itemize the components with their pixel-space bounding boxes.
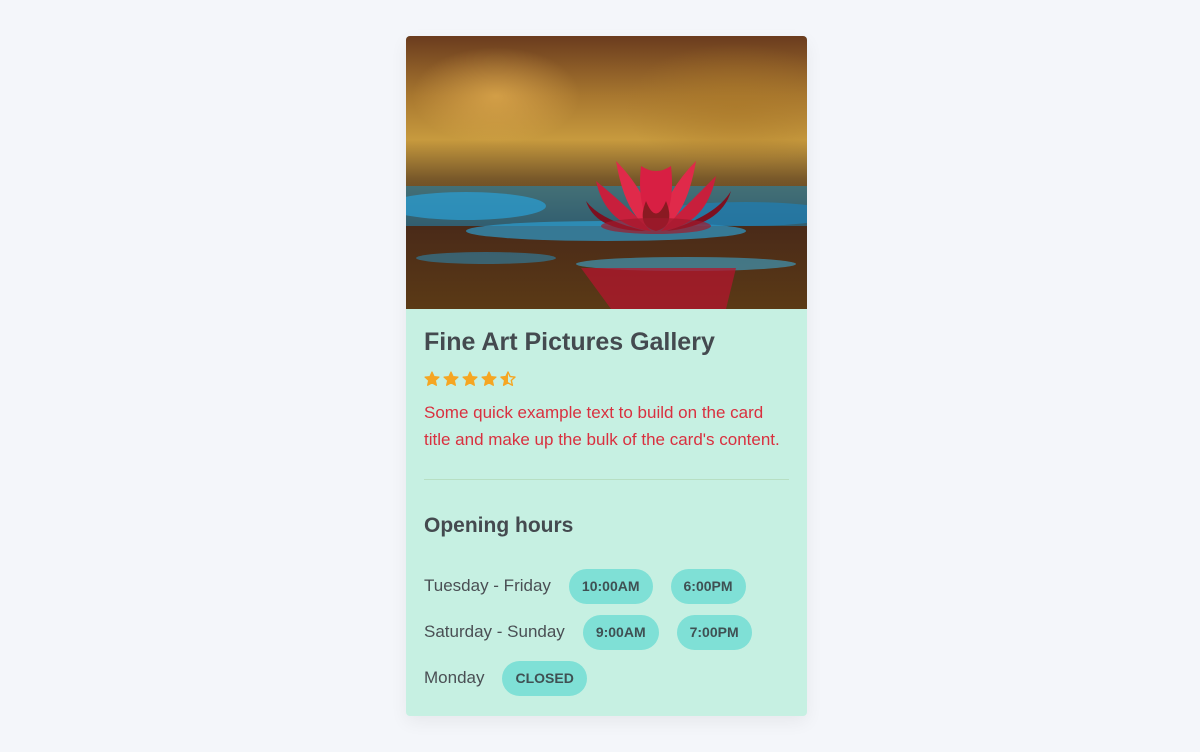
- lotus-picture: [406, 161, 807, 309]
- hours-row: Tuesday - Friday 10:00AM 6:00PM: [424, 568, 789, 604]
- card-text: Some quick example text to build on the …: [424, 403, 780, 449]
- day-label: Monday: [424, 668, 485, 687]
- hours-row: Saturday - Sunday 9:00AM 7:00PM: [424, 614, 789, 650]
- star-half-icon: [500, 371, 516, 386]
- opening-hours-title: Opening hours: [424, 514, 574, 537]
- day-label: Tuesday - Friday: [424, 576, 551, 595]
- day-label: Saturday - Sunday: [424, 622, 565, 641]
- card-body: Fine Art Pictures Gallery Some quick exa…: [406, 309, 807, 696]
- star-rating: [424, 371, 789, 387]
- star-full-icon: [481, 371, 497, 386]
- star-full-icon: [462, 371, 478, 386]
- time-chip[interactable]: 9:00AM: [582, 614, 659, 650]
- time-chip[interactable]: 6:00PM: [670, 568, 746, 604]
- star-full-icon: [424, 371, 440, 386]
- card-image: [406, 36, 807, 309]
- time-chip[interactable]: 7:00PM: [676, 614, 752, 650]
- closed-chip[interactable]: CLOSED: [502, 660, 587, 696]
- divider: [424, 479, 789, 480]
- hours-row: Monday CLOSED: [424, 660, 789, 696]
- time-chip[interactable]: 10:00AM: [568, 568, 653, 604]
- card-title: Fine Art Pictures Gallery: [424, 328, 715, 356]
- gallery-card: Fine Art Pictures Gallery Some quick exa…: [406, 36, 807, 716]
- opening-hours-list: Tuesday - Friday 10:00AM 6:00PM Saturday - …: [424, 568, 789, 696]
- star-full-icon: [443, 371, 459, 386]
